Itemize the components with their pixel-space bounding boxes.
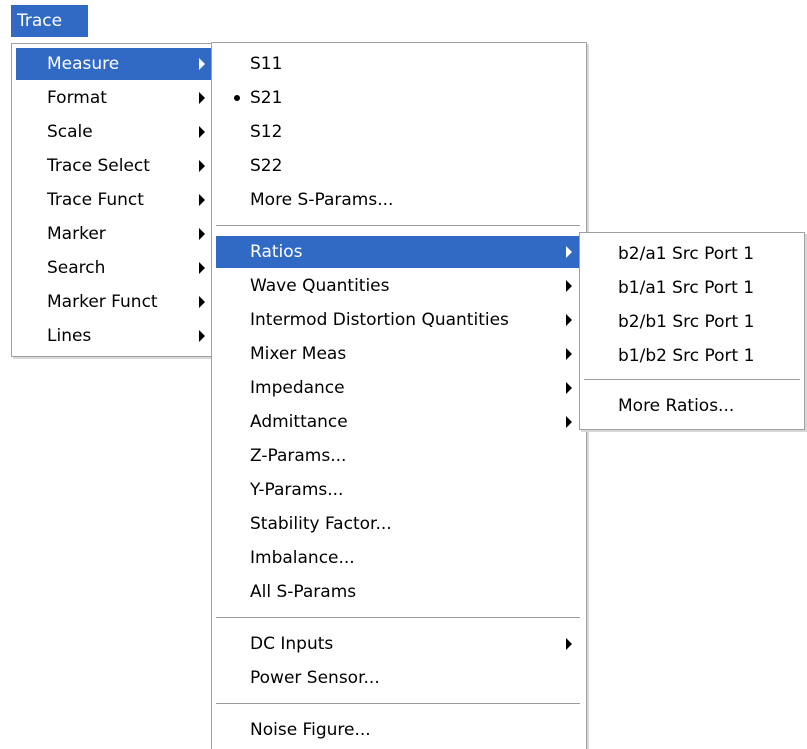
submenu-arrow-icon: [566, 280, 572, 292]
menu-item-format[interactable]: Format: [16, 82, 212, 114]
menu-item-more-ratios[interactable]: More Ratios...: [584, 390, 800, 422]
menu-item-s21[interactable]: S21: [216, 82, 580, 114]
menu-item-impedance[interactable]: Impedance: [216, 372, 580, 404]
menu-item-measure[interactable]: Measure: [16, 48, 212, 80]
menu-item-more-s-params[interactable]: More S-Params...: [216, 184, 580, 216]
submenu-arrow-icon: [199, 330, 205, 342]
menu-separator: [584, 379, 800, 381]
menu-separator: [216, 703, 580, 705]
menu-item-trace-select[interactable]: Trace Select: [16, 150, 212, 182]
menu-item-search[interactable]: Search: [16, 252, 212, 284]
menu-item-noise-figure[interactable]: Noise Figure...: [216, 714, 580, 746]
submenu-arrow-icon: [566, 416, 572, 428]
menu-item-stability-factor[interactable]: Stability Factor...: [216, 508, 580, 540]
menu-item-imbalance-label: Imbalance...: [250, 548, 355, 568]
menu-item-all-s-params-label: All S-Params: [250, 582, 357, 602]
submenu-arrow-icon: [566, 382, 572, 394]
menu-item-marker-funct[interactable]: Marker Funct: [16, 286, 212, 318]
menu-item-b1-a1-label: b1/a1 Src Port 1: [618, 278, 755, 298]
menu-item-admittance-label: Admittance: [250, 412, 348, 432]
menu-item-intermod-distortion-label: Intermod Distortion Quantities: [250, 310, 509, 330]
menu-item-marker-funct-label: Marker Funct: [47, 292, 158, 312]
menu-item-b1-a1-src-port-1[interactable]: b1/a1 Src Port 1: [584, 272, 800, 304]
menu-item-impedance-label: Impedance: [250, 378, 345, 398]
submenu-arrow-icon: [199, 194, 205, 206]
menu-item-intermod-distortion[interactable]: Intermod Distortion Quantities: [216, 304, 580, 336]
menu-item-b2-b1-src-port-1[interactable]: b2/b1 Src Port 1: [584, 306, 800, 338]
menu-item-format-label: Format: [47, 88, 107, 108]
menu-item-marker-label: Marker: [47, 224, 106, 244]
ratios-menu: b2/a1 Src Port 1 b1/a1 Src Port 1 b2/b1 …: [579, 232, 805, 430]
menu-item-b1-b2-label: b1/b2 Src Port 1: [618, 346, 755, 366]
submenu-arrow-icon: [566, 246, 572, 258]
menu-item-trace-funct[interactable]: Trace Funct: [16, 184, 212, 216]
submenu-arrow-icon: [566, 314, 572, 326]
trace-menu: Measure Format Scale Trace Select Trace …: [11, 43, 217, 357]
menu-separator: [216, 617, 580, 619]
menubar-trace[interactable]: Trace: [11, 5, 88, 37]
menu-item-mixer-meas[interactable]: Mixer Meas: [216, 338, 580, 370]
menu-item-lines-label: Lines: [47, 326, 92, 346]
menu-item-stability-factor-label: Stability Factor...: [250, 514, 392, 534]
menu-item-b2-a1-label: b2/a1 Src Port 1: [618, 244, 755, 264]
menu-item-ratios-label: Ratios: [250, 242, 303, 262]
radio-bullet-icon: [234, 95, 240, 101]
submenu-arrow-icon: [199, 296, 205, 308]
menu-item-scale[interactable]: Scale: [16, 116, 212, 148]
menu-item-all-s-params[interactable]: All S-Params: [216, 576, 580, 608]
menu-item-s11[interactable]: S11: [216, 48, 580, 80]
menu-item-y-params[interactable]: Y-Params...: [216, 474, 580, 506]
menu-item-s21-label: S21: [250, 88, 283, 108]
menu-item-dc-inputs-label: DC Inputs: [250, 634, 334, 654]
menu-item-b2-a1-src-port-1[interactable]: b2/a1 Src Port 1: [584, 238, 800, 270]
submenu-arrow-icon: [199, 160, 205, 172]
submenu-arrow-icon: [199, 92, 205, 104]
menu-item-more-s-params-label: More S-Params...: [250, 190, 394, 210]
menu-item-more-ratios-label: More Ratios...: [618, 396, 735, 416]
submenu-arrow-icon: [199, 126, 205, 138]
menu-item-s12[interactable]: S12: [216, 116, 580, 148]
menu-item-trace-select-label: Trace Select: [47, 156, 150, 176]
menu-item-b1-b2-src-port-1[interactable]: b1/b2 Src Port 1: [584, 340, 800, 372]
menu-item-trace-funct-label: Trace Funct: [47, 190, 144, 210]
menu-item-marker[interactable]: Marker: [16, 218, 212, 250]
menu-item-z-params-label: Z-Params...: [250, 446, 347, 466]
submenu-arrow-icon: [199, 58, 205, 70]
menu-item-power-sensor-label: Power Sensor...: [250, 668, 380, 688]
menubar-trace-label: Trace: [17, 11, 63, 31]
submenu-arrow-icon: [566, 638, 572, 650]
menu-item-z-params[interactable]: Z-Params...: [216, 440, 580, 472]
menu-item-ratios[interactable]: Ratios: [216, 236, 580, 268]
menu-item-y-params-label: Y-Params...: [250, 480, 344, 500]
menu-item-scale-label: Scale: [47, 122, 93, 142]
menu-item-admittance[interactable]: Admittance: [216, 406, 580, 438]
menu-item-search-label: Search: [47, 258, 106, 278]
measure-menu: S11 S21 S12 S22 More S-Params... Ratios …: [211, 42, 587, 749]
menu-item-dc-inputs[interactable]: DC Inputs: [216, 628, 580, 660]
menu-item-wave-quantities[interactable]: Wave Quantities: [216, 270, 580, 302]
menu-separator: [216, 225, 580, 227]
menu-item-lines[interactable]: Lines: [16, 320, 212, 352]
submenu-arrow-icon: [566, 348, 572, 360]
menu-item-power-sensor[interactable]: Power Sensor...: [216, 662, 580, 694]
menu-item-noise-figure-label: Noise Figure...: [250, 720, 371, 740]
menu-item-b2-b1-label: b2/b1 Src Port 1: [618, 312, 755, 332]
menu-item-s12-label: S12: [250, 122, 283, 142]
menu-item-s11-label: S11: [250, 54, 283, 74]
menu-item-mixer-meas-label: Mixer Meas: [250, 344, 347, 364]
menu-item-s22[interactable]: S22: [216, 150, 580, 182]
submenu-arrow-icon: [199, 228, 205, 240]
menu-item-s22-label: S22: [250, 156, 283, 176]
menu-item-imbalance[interactable]: Imbalance...: [216, 542, 580, 574]
submenu-arrow-icon: [199, 262, 205, 274]
menu-item-measure-label: Measure: [47, 54, 120, 74]
menu-item-wave-quantities-label: Wave Quantities: [250, 276, 390, 296]
